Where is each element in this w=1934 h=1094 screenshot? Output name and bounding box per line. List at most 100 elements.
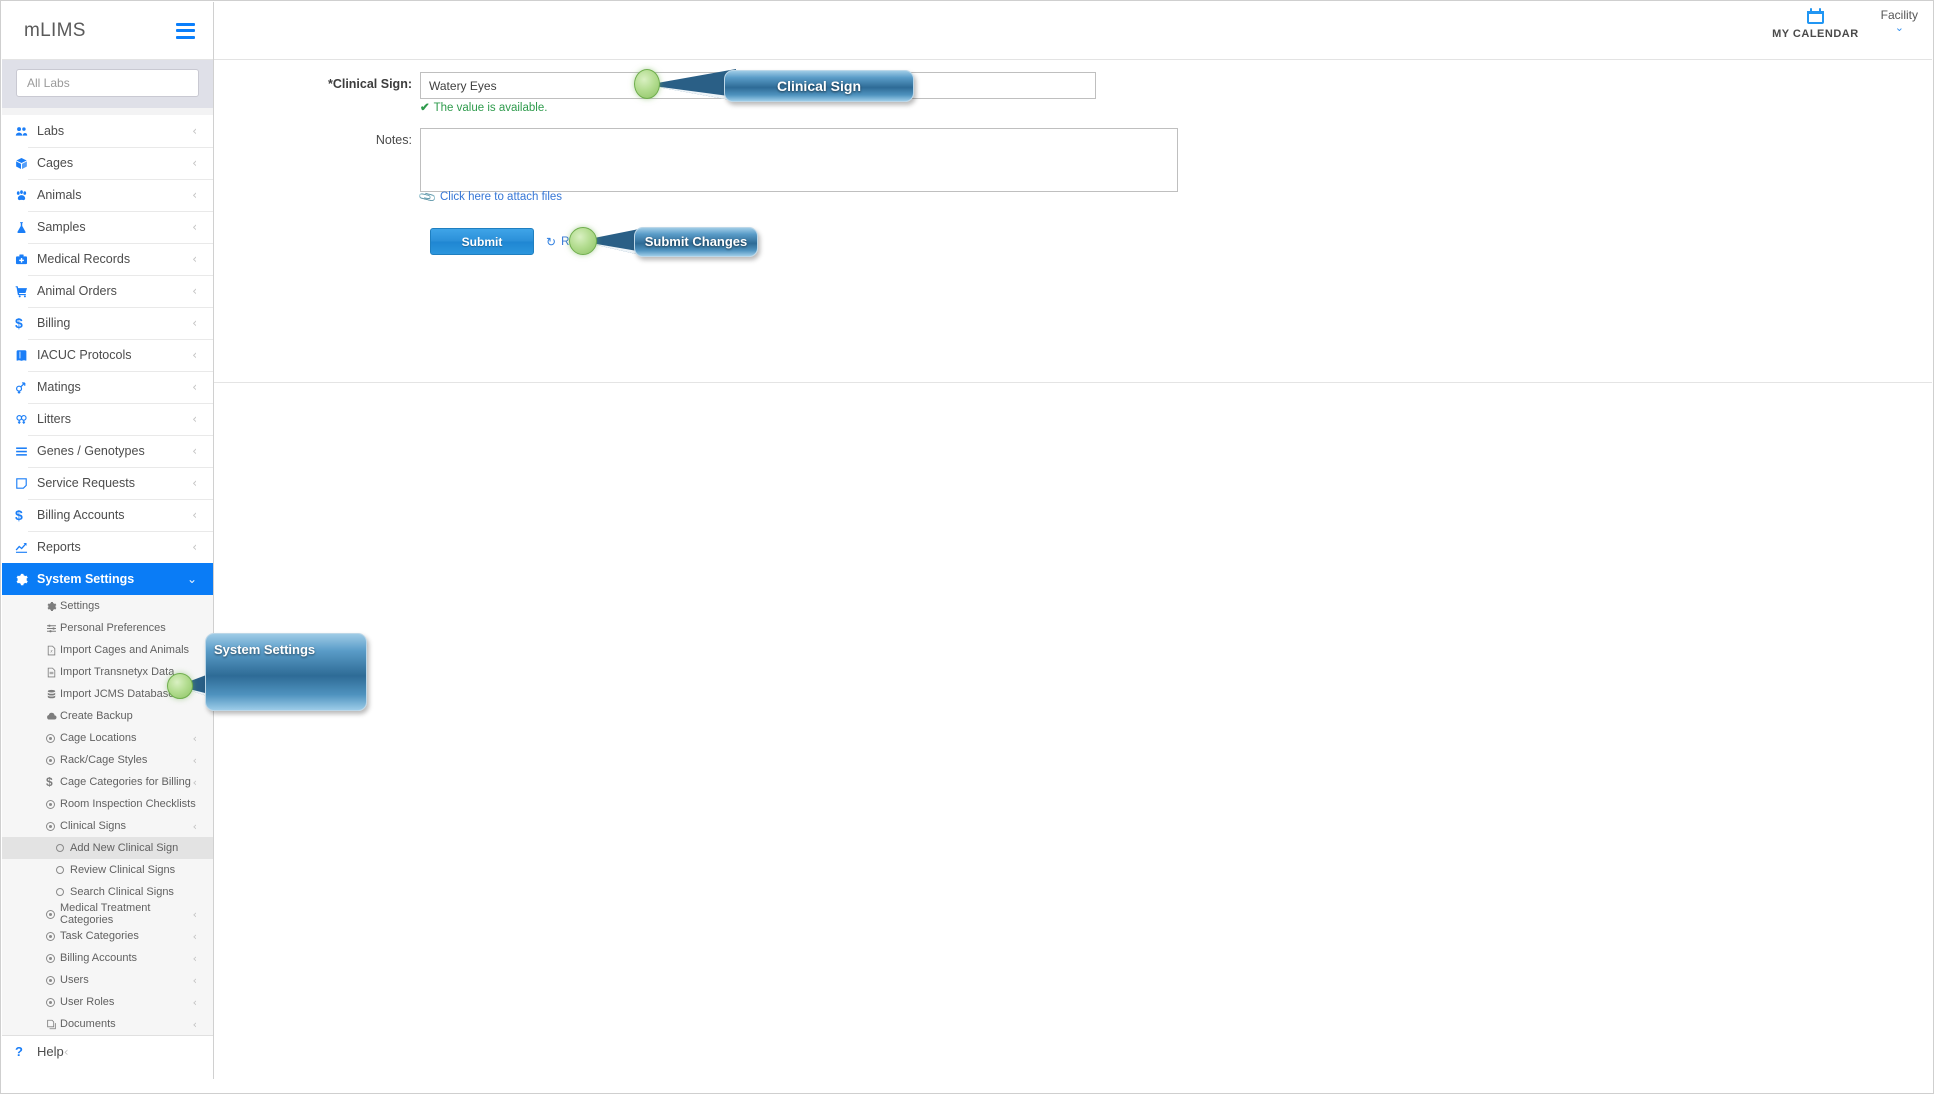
chevron-left-icon: ‹ <box>192 907 197 921</box>
header-actions: MY CALENDAR Facility ⌄ <box>1772 8 1918 40</box>
submenu-item-room-inspection-checklists[interactable]: Room Inspection Checklists <box>2 793 213 815</box>
sidebar-item-label: Cages <box>37 156 74 170</box>
callout-system-settings: System Settings <box>205 633 367 711</box>
copy-icon <box>46 1019 60 1030</box>
submenu-item-import-cages-and-animals[interactable]: x Import Cages and Animals <box>2 639 213 661</box>
submenu-item-label: Create Backup <box>60 710 133 722</box>
highlight-dot-add-new-clinical-sign <box>167 673 193 699</box>
sidebar-item-label: IACUC Protocols <box>37 348 132 362</box>
submenu-item-settings[interactable]: Settings <box>2 595 213 617</box>
chevron-left-icon: ‹ <box>192 731 197 745</box>
submenu-item-cage-locations[interactable]: Cage Locations ‹ <box>2 727 213 749</box>
submenu-item-label: Review Clinical Signs <box>70 864 176 876</box>
dollar-icon: $ <box>15 507 23 523</box>
question-icon: ? <box>15 1044 23 1059</box>
sidebar-item-labs[interactable]: Labs ‹ <box>2 115 213 147</box>
chevron-left-icon: ‹ <box>192 819 197 833</box>
submenu-item-label: User Roles <box>60 996 115 1008</box>
chevron-left-icon: ‹ <box>192 775 197 789</box>
sidebar-item-label: Matings <box>37 380 81 394</box>
submenu-item-add-new-clinical-sign[interactable]: Add New Clinical Sign <box>2 837 213 859</box>
sliders-icon <box>46 623 60 634</box>
sidebar-item-label: Billing <box>37 316 71 330</box>
calendar-icon <box>1806 8 1824 24</box>
lab-search-input[interactable] <box>16 69 199 97</box>
submenu-item-documents[interactable]: Documents ‹ <box>2 1013 213 1035</box>
gear-icon <box>46 601 60 612</box>
sidebar-item-billing[interactable]: $ Billing ‹ <box>2 307 213 339</box>
sidebar-item-reports[interactable]: Reports ‹ <box>2 531 213 563</box>
sidebar-item-label: Billing Accounts <box>37 508 125 522</box>
submenu-item-label: Users <box>60 974 89 986</box>
flask-icon <box>15 221 37 234</box>
check-icon: ✔ <box>420 102 430 114</box>
hamburger-icon[interactable] <box>176 22 195 39</box>
submenu-item-billing-accounts[interactable]: Billing Accounts ‹ <box>2 947 213 969</box>
notes-textarea[interactable] <box>420 128 1178 192</box>
refresh-icon: ↻ <box>546 235 557 249</box>
attach-files-label: Click here to attach files <box>439 191 563 203</box>
my-calendar-label: MY CALENDAR <box>1772 28 1859 40</box>
gear-icon <box>15 573 37 586</box>
sidebar-item-system-settings[interactable]: System Settings ⌄ <box>2 563 213 595</box>
dot-circle-icon <box>46 931 60 941</box>
submenu-item-review-clinical-signs[interactable]: Review Clinical Signs <box>2 859 213 881</box>
submenu-item-search-clinical-signs[interactable]: Search Clinical Signs <box>2 881 213 903</box>
sidebar-item-medical-records[interactable]: Medical Records ‹ <box>2 243 213 275</box>
sidebar-item-label: Reports <box>37 540 81 554</box>
sidebar-item-litters[interactable]: Litters ‹ <box>2 403 213 435</box>
facility-selector[interactable]: Facility ⌄ <box>1881 8 1918 34</box>
sidebar: mLIMS Labs‹Cages‹Animals‹Samples‹Medical… <box>2 2 214 1079</box>
app-logo: mLIMS <box>24 19 86 41</box>
sidebar-item-service-requests[interactable]: Service Requests ‹ <box>2 467 213 499</box>
attach-files-link[interactable]: 📎 Click here to attach files <box>417 187 563 207</box>
paw-icon <box>15 189 37 202</box>
submenu-item-create-backup[interactable]: Create Backup <box>2 705 213 727</box>
database-icon <box>46 689 60 700</box>
submenu-item-label: Task Categories <box>60 930 139 942</box>
sidebar-item-billing-accounts[interactable]: $ Billing Accounts ‹ <box>2 499 213 531</box>
sidebar-item-iacuc-protocols[interactable]: IACUC Protocols ‹ <box>2 339 213 371</box>
submenu-item-users[interactable]: Users ‹ <box>2 969 213 991</box>
dot-circle-icon <box>46 733 60 743</box>
chevron-left-icon: ‹ <box>192 156 197 170</box>
submenu-item-rack-cage-styles[interactable]: Rack/Cage Styles ‹ <box>2 749 213 771</box>
sidebar-item-animal-orders[interactable]: Animal Orders ‹ <box>2 275 213 307</box>
submenu-item-clinical-signs[interactable]: Clinical Signs ‹ <box>2 815 213 837</box>
my-calendar-button[interactable]: MY CALENDAR <box>1772 8 1859 40</box>
sidebar-item-label: Medical Records <box>37 252 131 266</box>
chevron-left-icon: ‹ <box>192 995 197 1009</box>
submenu-item-cage-categories-for-billing[interactable]: $ Cage Categories for Billing ‹ <box>2 771 213 793</box>
svg-text:x: x <box>49 648 53 653</box>
chevron-left-icon: ‹ <box>192 412 197 426</box>
submenu-item-medical-treatment-categories[interactable]: Medical Treatment Categories ‹ <box>2 902 213 926</box>
callout-text: System Settings <box>214 642 316 657</box>
submenu-item-task-categories[interactable]: Task Categories ‹ <box>2 925 213 947</box>
main-content: *Clinical Sign: ✔The value is available.… <box>214 60 1932 1092</box>
sidebar-item-label: Animal Orders <box>37 284 117 298</box>
dot-circle-icon <box>46 821 60 831</box>
chevron-left-icon: ‹ <box>192 540 197 554</box>
clinical-sign-label: *Clinical Sign: <box>327 77 412 91</box>
sidebar-item-matings[interactable]: Matings ‹ <box>2 371 213 403</box>
sidebar-item-animals[interactable]: Animals ‹ <box>2 179 213 211</box>
cart-icon <box>15 285 37 298</box>
chevron-left-icon: ‹ <box>192 380 197 394</box>
submit-button[interactable]: Submit <box>430 228 534 255</box>
sidebar-item-help[interactable]: ? Help ‹ <box>2 1035 213 1067</box>
sidebar-item-samples[interactable]: Samples ‹ <box>2 211 213 243</box>
submenu-item-personal-preferences[interactable]: Personal Preferences <box>2 617 213 639</box>
callout-text: Clinical Sign <box>776 78 861 94</box>
submenu-item-user-roles[interactable]: User Roles ‹ <box>2 991 213 1013</box>
circle-icon <box>56 888 70 896</box>
mating-icon <box>15 381 37 394</box>
sidebar-item-genes-genotypes[interactable]: Genes / Genotypes ‹ <box>2 435 213 467</box>
submenu-item-label: Search Clinical Signs <box>70 886 174 898</box>
chevron-left-icon: ‹ <box>192 951 197 965</box>
dot-circle-icon <box>46 909 60 919</box>
callout-submit-changes: Submit Changes <box>634 227 758 257</box>
sidebar-nav: Labs ‹ Cages ‹ Animals ‹ Samples ‹ Medical Recor… <box>2 115 213 563</box>
sidebar-item-cages[interactable]: Cages ‹ <box>2 147 213 179</box>
chevron-down-icon: ⌄ <box>186 572 197 586</box>
chevron-left-icon: ‹ <box>192 508 197 522</box>
